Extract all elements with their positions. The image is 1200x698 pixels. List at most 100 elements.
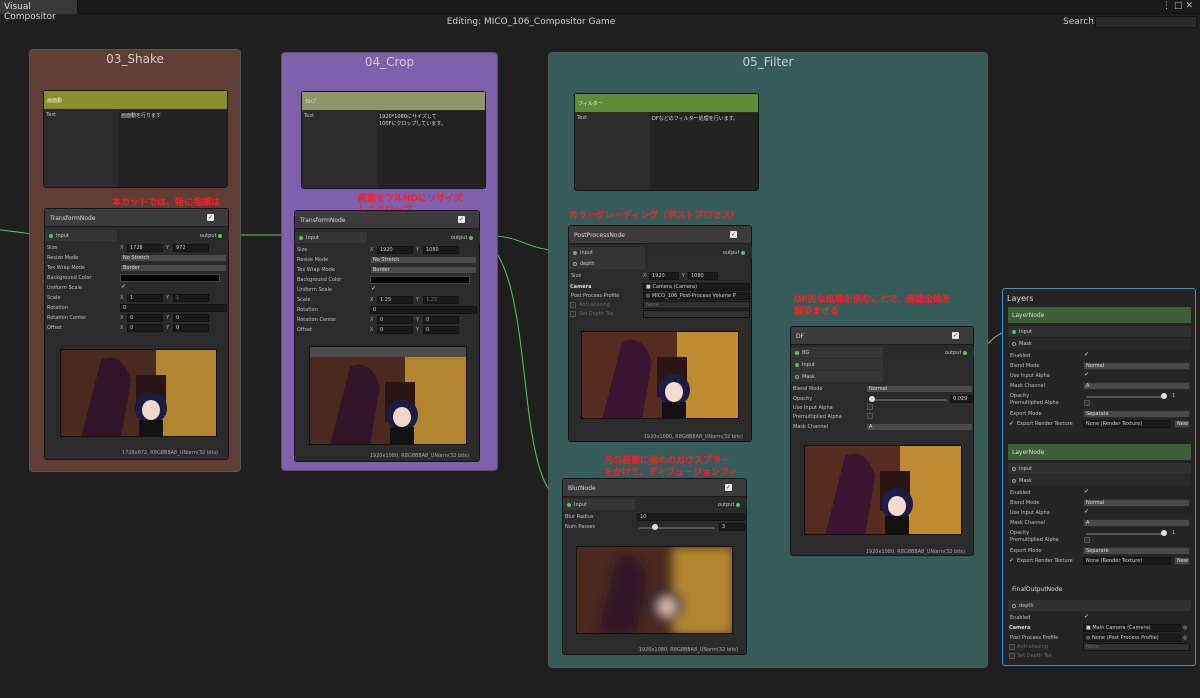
blend-mode-dropdown[interactable]: Normal [1083, 499, 1190, 507]
resize-mode-dropdown[interactable]: No Stretch [120, 254, 227, 262]
mask-channel-dropdown[interactable]: A [1083, 519, 1190, 527]
new-texture-button[interactable]: New [1174, 557, 1190, 565]
enabled-checkbox[interactable]: ✓ [1084, 614, 1090, 620]
size-x-field[interactable]: 1728 [127, 244, 163, 252]
premultiplied-alpha-checkbox[interactable] [1084, 537, 1090, 543]
output-port[interactable]: output [883, 347, 974, 358]
sticky-text[interactable]: 1920*1080にサイズして 100Fにクロップしています。 [377, 111, 485, 188]
rotation-center-y[interactable]: 0 [173, 314, 209, 322]
anti-aliasing-checkbox[interactable] [570, 302, 576, 308]
uniform-scale-checkbox[interactable]: ✓ [121, 284, 127, 290]
node-enable-checkbox[interactable]: ✓ [952, 332, 959, 339]
mask-channel-dropdown[interactable]: A [866, 423, 973, 431]
export-mode-dropdown[interactable]: Separate [1083, 547, 1190, 555]
offset-y[interactable]: 0 [173, 324, 209, 332]
group-03-shake[interactable]: 03_Shake 画面動 Text 画面動を行ります 本カットでは、特に指揮は … [29, 49, 241, 472]
num-passes-slider[interactable] [639, 527, 715, 529]
blend-mode-dropdown[interactable]: Normal [866, 385, 973, 393]
num-passes-slider-knob[interactable] [652, 524, 658, 530]
opacity-slider[interactable] [869, 399, 947, 401]
opacity-field[interactable]: 0.029 [950, 395, 974, 403]
transform-node-1[interactable]: TransformNode ✓ Input output Size X 1728… [44, 208, 229, 460]
bg-color-swatch[interactable] [120, 274, 220, 282]
depth-port[interactable]: depth [1008, 600, 1191, 611]
blur-node[interactable]: BlurNode ✓ Input output Blur Radius 10 N… [562, 478, 747, 655]
profile-field[interactable]: ◎ None (Post Process Profile) [1083, 634, 1181, 642]
set-depth-tex-field[interactable] [643, 310, 750, 318]
set-depth-tex-checkbox[interactable] [1009, 653, 1015, 659]
input-port[interactable]: Input [563, 499, 635, 510]
layer-node-2[interactable]: LayerNode Input Mask Enabled ✓ Blend Mod… [1008, 444, 1191, 576]
node-enable-checkbox[interactable]: ✓ [207, 214, 214, 221]
sticky-text[interactable]: DFなどのフィルター処理を行います。 [650, 113, 758, 190]
bg-color-swatch[interactable] [370, 276, 470, 284]
enabled-checkbox[interactable]: ✓ [1084, 352, 1090, 358]
mask-channel-dropdown[interactable]: A [1083, 382, 1190, 390]
premultiplied-alpha-checkbox[interactable] [867, 413, 873, 419]
rotation-field[interactable]: 0 [120, 304, 227, 312]
camera-field[interactable]: ■ Camera (Camera) [643, 283, 750, 291]
layers-panel[interactable]: Layers LayerNode Input Mask Enabled ✓ Bl… [1002, 288, 1196, 666]
anti-aliasing-dropdown[interactable]: None [1083, 643, 1190, 651]
layer-node-1[interactable]: LayerNode Input Mask Enabled ✓ Blend Mod… [1008, 307, 1191, 439]
blur-radius-field[interactable]: 10 [637, 513, 745, 521]
use-input-alpha-checkbox[interactable]: ✓ [1084, 509, 1090, 515]
camera-field[interactable]: ■ Main Camera (Camera) [1083, 624, 1181, 632]
render-texture-field[interactable]: None (Render Texture) [1083, 557, 1171, 565]
use-input-alpha-checkbox[interactable]: ✓ [1084, 372, 1090, 378]
input-port[interactable]: Input [295, 232, 367, 243]
rotation-center-x[interactable]: 0 [377, 316, 413, 324]
depth-port[interactable]: depth [569, 258, 645, 269]
opacity-slider-knob[interactable] [869, 396, 875, 402]
node-enable-checkbox[interactable]: ✓ [458, 216, 465, 223]
df-node[interactable]: DF ✓ BG Input Mask output Blend Mode Nor… [790, 326, 974, 556]
scale-x-field[interactable]: 1.25 [377, 296, 413, 304]
output-port[interactable]: output [635, 499, 747, 510]
render-texture-field[interactable]: None (Render Texture) [1083, 420, 1171, 428]
anti-aliasing-checkbox[interactable] [1009, 644, 1015, 650]
opacity-slider-knob[interactable] [1161, 393, 1167, 399]
bg-port[interactable]: BG [791, 347, 883, 358]
num-passes-field[interactable]: 3 [719, 523, 745, 531]
group-04-crop[interactable]: 04_Crop ｸﾛｯﾌﾟ Text 1920*1080にサイズして 100Fに… [281, 52, 498, 471]
input-port[interactable]: Input [1008, 463, 1191, 474]
input-port[interactable]: Input [45, 230, 117, 241]
wrap-mode-dropdown[interactable]: Border [370, 266, 477, 274]
set-depth-tex-checkbox[interactable] [570, 311, 576, 317]
new-texture-button[interactable]: New [1174, 420, 1190, 428]
size-y-field[interactable]: 1080 [688, 272, 718, 280]
blend-mode-dropdown[interactable]: Normal [1083, 362, 1190, 370]
profile-field[interactable]: ◎ MICO_106_Post-Process Volume P [643, 292, 750, 300]
transform-node-2[interactable]: TransformNode ✓ Input output Size X 1920… [294, 210, 480, 462]
uniform-scale-checkbox[interactable]: ✓ [371, 286, 377, 292]
output-port[interactable]: output [645, 247, 752, 258]
anti-aliasing-dropdown[interactable]: None [643, 301, 750, 309]
resize-mode-dropdown[interactable]: No Stretch [370, 256, 477, 264]
scale-x-field[interactable]: 1 [127, 294, 163, 302]
export-mode-dropdown[interactable]: Separate [1083, 410, 1190, 418]
offset-x[interactable]: 0 [127, 324, 163, 332]
rotation-center-x[interactable]: 0 [127, 314, 163, 322]
opacity-slider-knob[interactable] [1161, 530, 1167, 536]
camera-picker-icon[interactable]: ◎ [1183, 625, 1187, 631]
input-port[interactable]: Input [791, 359, 883, 370]
export-render-texture-checkbox[interactable]: ✓ [1009, 558, 1015, 564]
sticky-note-shake[interactable]: 画面動 Text 画面動を行ります [43, 90, 228, 188]
wrap-mode-dropdown[interactable]: Border [120, 264, 227, 272]
node-enable-checkbox[interactable]: ✓ [725, 484, 732, 491]
size-x-field[interactable]: 1920 [377, 246, 413, 254]
offset-y[interactable]: 0 [423, 326, 459, 334]
rotation-center-y[interactable]: 0 [423, 316, 459, 324]
mask-port[interactable]: Mask [1008, 475, 1191, 486]
output-port[interactable]: output [117, 230, 229, 241]
enabled-checkbox[interactable]: ✓ [1084, 489, 1090, 495]
sticky-note-filter[interactable]: フィルター Text DFなどのフィルター処理を行います。 [574, 93, 759, 191]
export-render-texture-checkbox[interactable]: ✓ [1009, 421, 1015, 427]
output-port[interactable]: output [367, 232, 480, 243]
size-x-field[interactable]: 1920 [649, 272, 679, 280]
final-output-node[interactable]: FinalOutputNode depth Enabled ✓ Camera ■… [1008, 581, 1191, 663]
scale-y-field[interactable]: 1.25 [423, 296, 459, 304]
opacity-slider[interactable] [1086, 533, 1166, 535]
profile-picker-icon[interactable]: ◎ [1183, 635, 1187, 641]
offset-x[interactable]: 0 [377, 326, 413, 334]
